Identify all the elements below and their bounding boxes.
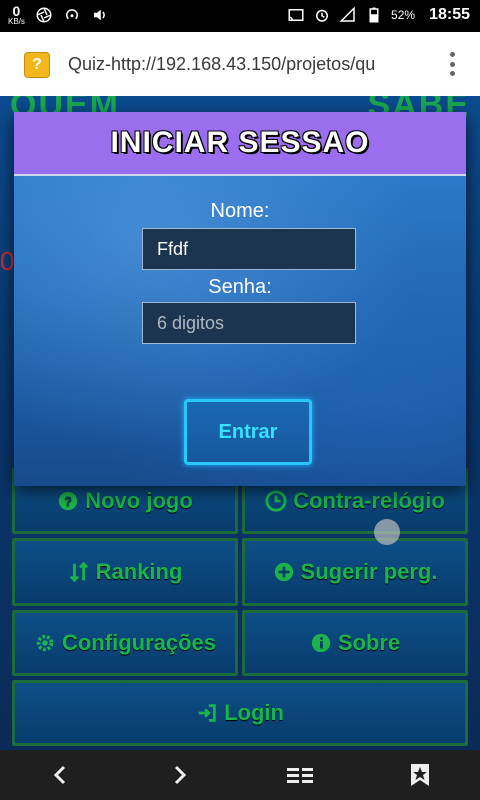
suggest-question-button[interactable]: Sugerir perg.	[242, 538, 468, 606]
gear-icon	[36, 634, 54, 652]
clock: 18:55	[429, 6, 470, 23]
modal-body: Nome: Ffdf Senha: 6 digitos Entrar	[14, 174, 466, 486]
net-speed-value: 0	[12, 3, 21, 19]
login-label: Login	[224, 700, 284, 725]
info-icon	[311, 633, 330, 653]
background-score: 0	[0, 246, 15, 276]
login-modal: INICIAR SESSAO Nome: Ffdf Senha: 6 digit…	[14, 112, 466, 486]
battery-icon	[369, 7, 379, 23]
settings-button[interactable]: Configurações	[12, 610, 238, 676]
back-button[interactable]	[40, 755, 80, 795]
alarm-icon	[316, 9, 329, 22]
browser-toolbar: ? Quiz-http://192.168.43.150/projetos/qu	[0, 32, 480, 97]
tabs-button[interactable]	[280, 755, 320, 795]
touch-indicator	[374, 519, 400, 545]
tabs-icon	[287, 767, 313, 785]
favicon: ?	[24, 52, 50, 78]
chevron-right-icon	[174, 765, 187, 785]
battery-percent: 52%	[391, 8, 416, 22]
modal-header: INICIAR SESSAO	[14, 112, 466, 174]
aperture-icon	[36, 7, 52, 23]
net-speed: 0 KB/s	[8, 4, 25, 26]
bottom-nav	[0, 750, 480, 800]
plus-circle-icon	[274, 562, 293, 582]
ranking-button[interactable]: Ranking	[12, 538, 238, 606]
svg-text:?: ?	[64, 494, 72, 509]
cast-icon	[288, 9, 304, 21]
sort-icon	[69, 561, 88, 583]
status-right: 52% 18:55	[287, 6, 470, 24]
no-signal-icon	[339, 6, 355, 22]
enter-button[interactable]: Entrar	[184, 399, 312, 465]
hotspot-icon	[65, 9, 78, 20]
login-button[interactable]: Login	[12, 680, 468, 746]
suggest-question-label: Sugerir perg.	[300, 559, 438, 584]
status-bar: 0 KB/s 52% 18:55	[0, 0, 480, 32]
address-bar[interactable]: Quiz-http://192.168.43.150/projetos/qu	[68, 54, 408, 75]
help-icon: ?	[59, 491, 78, 511]
name-field[interactable]: Ffdf	[142, 228, 356, 270]
about-button[interactable]: Sobre	[242, 610, 468, 676]
clock-icon	[265, 490, 287, 512]
modal-title: INICIAR SESSAO	[110, 126, 370, 159]
password-label: Senha:	[208, 276, 272, 298]
name-label: Nome:	[210, 200, 270, 222]
bookmark-star-icon	[411, 764, 429, 786]
bookmark-button[interactable]	[400, 755, 440, 795]
new-game-label: Novo jogo	[85, 488, 193, 513]
volume-icon	[93, 9, 105, 21]
ranking-label: Ranking	[95, 559, 183, 584]
overflow-menu-icon[interactable]	[448, 52, 456, 76]
status-left: 0 KB/s	[8, 4, 109, 26]
password-field[interactable]: 6 digitos	[142, 302, 356, 344]
sign-in-icon	[198, 704, 216, 722]
forward-button[interactable]	[160, 755, 200, 795]
settings-label: Configurações	[61, 630, 217, 655]
chevron-left-icon	[53, 765, 66, 785]
countdown-label: Contra-relógio	[293, 488, 445, 513]
net-speed-unit: KB/s	[8, 17, 25, 26]
about-label: Sobre	[337, 630, 401, 655]
